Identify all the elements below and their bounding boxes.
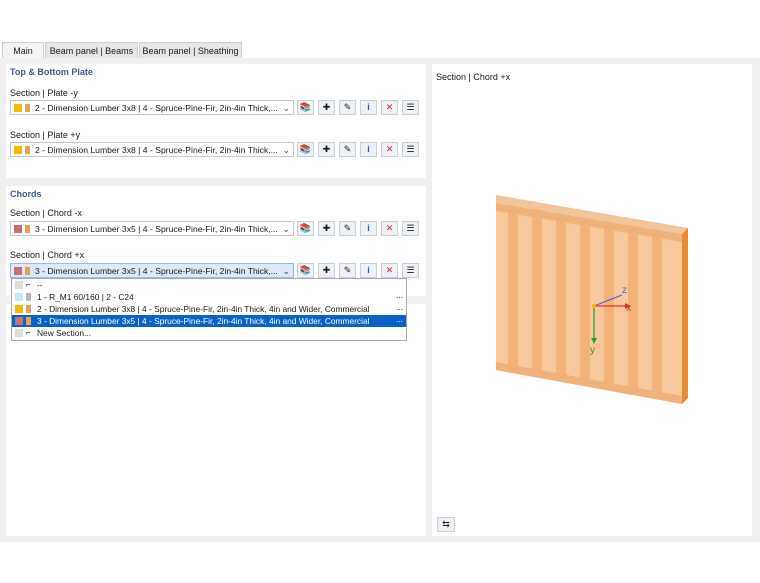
new-section-icon[interactable]: ✚	[318, 263, 335, 278]
section-icon: ⌐	[26, 280, 31, 289]
info-icon[interactable]: i	[360, 142, 377, 157]
chord-minus-x-value: 3 - Dimension Lumber 3x5 | 4 - Spruce-Pi…	[35, 224, 278, 234]
chord-color-swatch	[14, 225, 22, 233]
wood-material-swatch	[25, 104, 30, 112]
dropdown-item-new-section[interactable]: ⌐ New Section...	[12, 327, 406, 339]
wood-material-swatch	[25, 146, 30, 154]
dropdown-item-label: 1 - R_M1 60/160 | 2 - C24	[37, 292, 134, 302]
dropdown-item-2[interactable]: 2 - Dimension Lumber 3x8 | 4 - Spruce-Pi…	[12, 302, 406, 315]
tab-beam-panel-sheathing[interactable]: Beam panel | Sheathing	[139, 42, 242, 58]
list-icon[interactable]: ☰	[402, 100, 419, 115]
dropdown-item-label: 3 - Dimension Lumber 3x5 | 4 - Spruce-Pi…	[37, 316, 370, 326]
plate-minus-y-label: Section | Plate -y	[10, 88, 78, 98]
chord-minus-x-select[interactable]: 3 - Dimension Lumber 3x5 | 4 - Spruce-Pi…	[10, 221, 294, 236]
library-icon[interactable]: 📚	[297, 100, 314, 115]
empty-color-swatch	[15, 281, 23, 289]
dropdown-item-label: --	[37, 280, 43, 290]
chord-minus-x-label: Section | Chord -x	[10, 208, 82, 218]
material-swatch	[26, 293, 31, 301]
plate-color-swatch	[14, 104, 22, 112]
new-section-icon[interactable]: ✚	[318, 142, 335, 157]
edit-section-icon[interactable]: ✎	[339, 263, 356, 278]
library-icon[interactable]: 📚	[297, 142, 314, 157]
view-settings-icon[interactable]: ⇆	[437, 517, 455, 532]
chord-plus-x-label: Section | Chord +x	[10, 250, 85, 260]
wall-preview-graphic: z x y	[496, 195, 688, 404]
delete-section-icon[interactable]: ✕	[381, 142, 398, 157]
chord-color-swatch	[14, 267, 22, 275]
plate-plus-y-label: Section | Plate +y	[10, 130, 81, 140]
empty-color-swatch	[15, 329, 23, 337]
plate-minus-y-value: 2 - Dimension Lumber 3x8 | 4 - Spruce-Pi…	[35, 103, 278, 113]
dropdown-item-label: New Section...	[37, 328, 91, 338]
axis-z-label: z	[622, 285, 627, 296]
dropdown-item-none[interactable]: ⌐ --	[12, 279, 406, 291]
dropdown-item-more: ...	[396, 302, 403, 312]
library-icon[interactable]: 📚	[297, 263, 314, 278]
delete-section-icon[interactable]: ✕	[381, 100, 398, 115]
chevron-down-icon: ⌄	[282, 224, 290, 234]
chord-plus-x-value: 3 - Dimension Lumber 3x5 | 4 - Spruce-Pi…	[35, 266, 278, 276]
info-icon[interactable]: i	[360, 263, 377, 278]
edit-section-icon[interactable]: ✎	[339, 100, 356, 115]
plate-color-swatch	[14, 146, 22, 154]
section-dropdown-list: ⌐ -- 1 - R_M1 60/160 | 2 - C24 ... 2 - D…	[11, 278, 407, 341]
tab-main[interactable]: Main	[2, 42, 44, 58]
wood-material-swatch	[26, 305, 31, 313]
delete-section-icon[interactable]: ✕	[381, 221, 398, 236]
list-icon[interactable]: ☰	[402, 142, 419, 157]
chords-title: Chords	[10, 189, 42, 199]
library-icon[interactable]: 📚	[297, 221, 314, 236]
dropdown-item-more: ...	[396, 290, 403, 300]
dropdown-item-label: 2 - Dimension Lumber 3x8 | 4 - Spruce-Pi…	[37, 304, 370, 314]
chevron-down-icon: ⌄	[282, 145, 290, 155]
top-bottom-plate-title: Top & Bottom Plate	[10, 67, 93, 77]
plate-plus-y-select[interactable]: 2 - Dimension Lumber 3x8 | 4 - Spruce-Pi…	[10, 142, 294, 157]
dropdown-item-3-selected[interactable]: 3 - Dimension Lumber 3x5 | 4 - Spruce-Pi…	[12, 314, 406, 327]
delete-section-icon[interactable]: ✕	[381, 263, 398, 278]
chord-plus-x-select[interactable]: 3 - Dimension Lumber 3x5 | 4 - Spruce-Pi…	[10, 263, 294, 278]
dropdown-item-more: ...	[396, 314, 403, 324]
content-area: Top & Bottom Plate Section | Plate -y 2 …	[0, 58, 760, 542]
new-section-icon[interactable]: ✚	[318, 100, 335, 115]
info-icon[interactable]: i	[360, 100, 377, 115]
top-bottom-plate-panel: Top & Bottom Plate Section | Plate -y 2 …	[6, 64, 426, 178]
chevron-down-icon: ⌄	[282, 103, 290, 113]
tab-beam-panel-beams[interactable]: Beam panel | Beams	[45, 42, 138, 58]
axis-y-label: y	[590, 345, 595, 356]
preview-panel: Section | Chord +x z x y ⇆	[432, 64, 752, 536]
edit-section-icon[interactable]: ✎	[339, 221, 356, 236]
section-color-swatch	[15, 293, 23, 301]
wood-material-swatch	[25, 267, 30, 275]
plate-minus-y-select[interactable]: 2 - Dimension Lumber 3x8 | 4 - Spruce-Pi…	[10, 100, 294, 115]
dropdown-item-1[interactable]: 1 - R_M1 60/160 | 2 - C24 ...	[12, 290, 406, 303]
edit-section-icon[interactable]: ✎	[339, 142, 356, 157]
plate-color-swatch	[15, 305, 23, 313]
section-icon: ⌐	[26, 328, 31, 337]
wood-material-swatch	[26, 317, 31, 325]
info-icon[interactable]: i	[360, 221, 377, 236]
plate-plus-y-value: 2 - Dimension Lumber 3x8 | 4 - Spruce-Pi…	[35, 145, 278, 155]
new-section-icon[interactable]: ✚	[318, 221, 335, 236]
axis-x-label: x	[626, 303, 631, 314]
list-icon[interactable]: ☰	[402, 221, 419, 236]
list-icon[interactable]: ☰	[402, 263, 419, 278]
chevron-down-icon: ⌄	[282, 266, 290, 276]
chord-color-swatch	[15, 317, 23, 325]
tab-bar: Main Beam panel | Beams Beam panel | She…	[0, 42, 760, 58]
wood-material-swatch	[25, 225, 30, 233]
